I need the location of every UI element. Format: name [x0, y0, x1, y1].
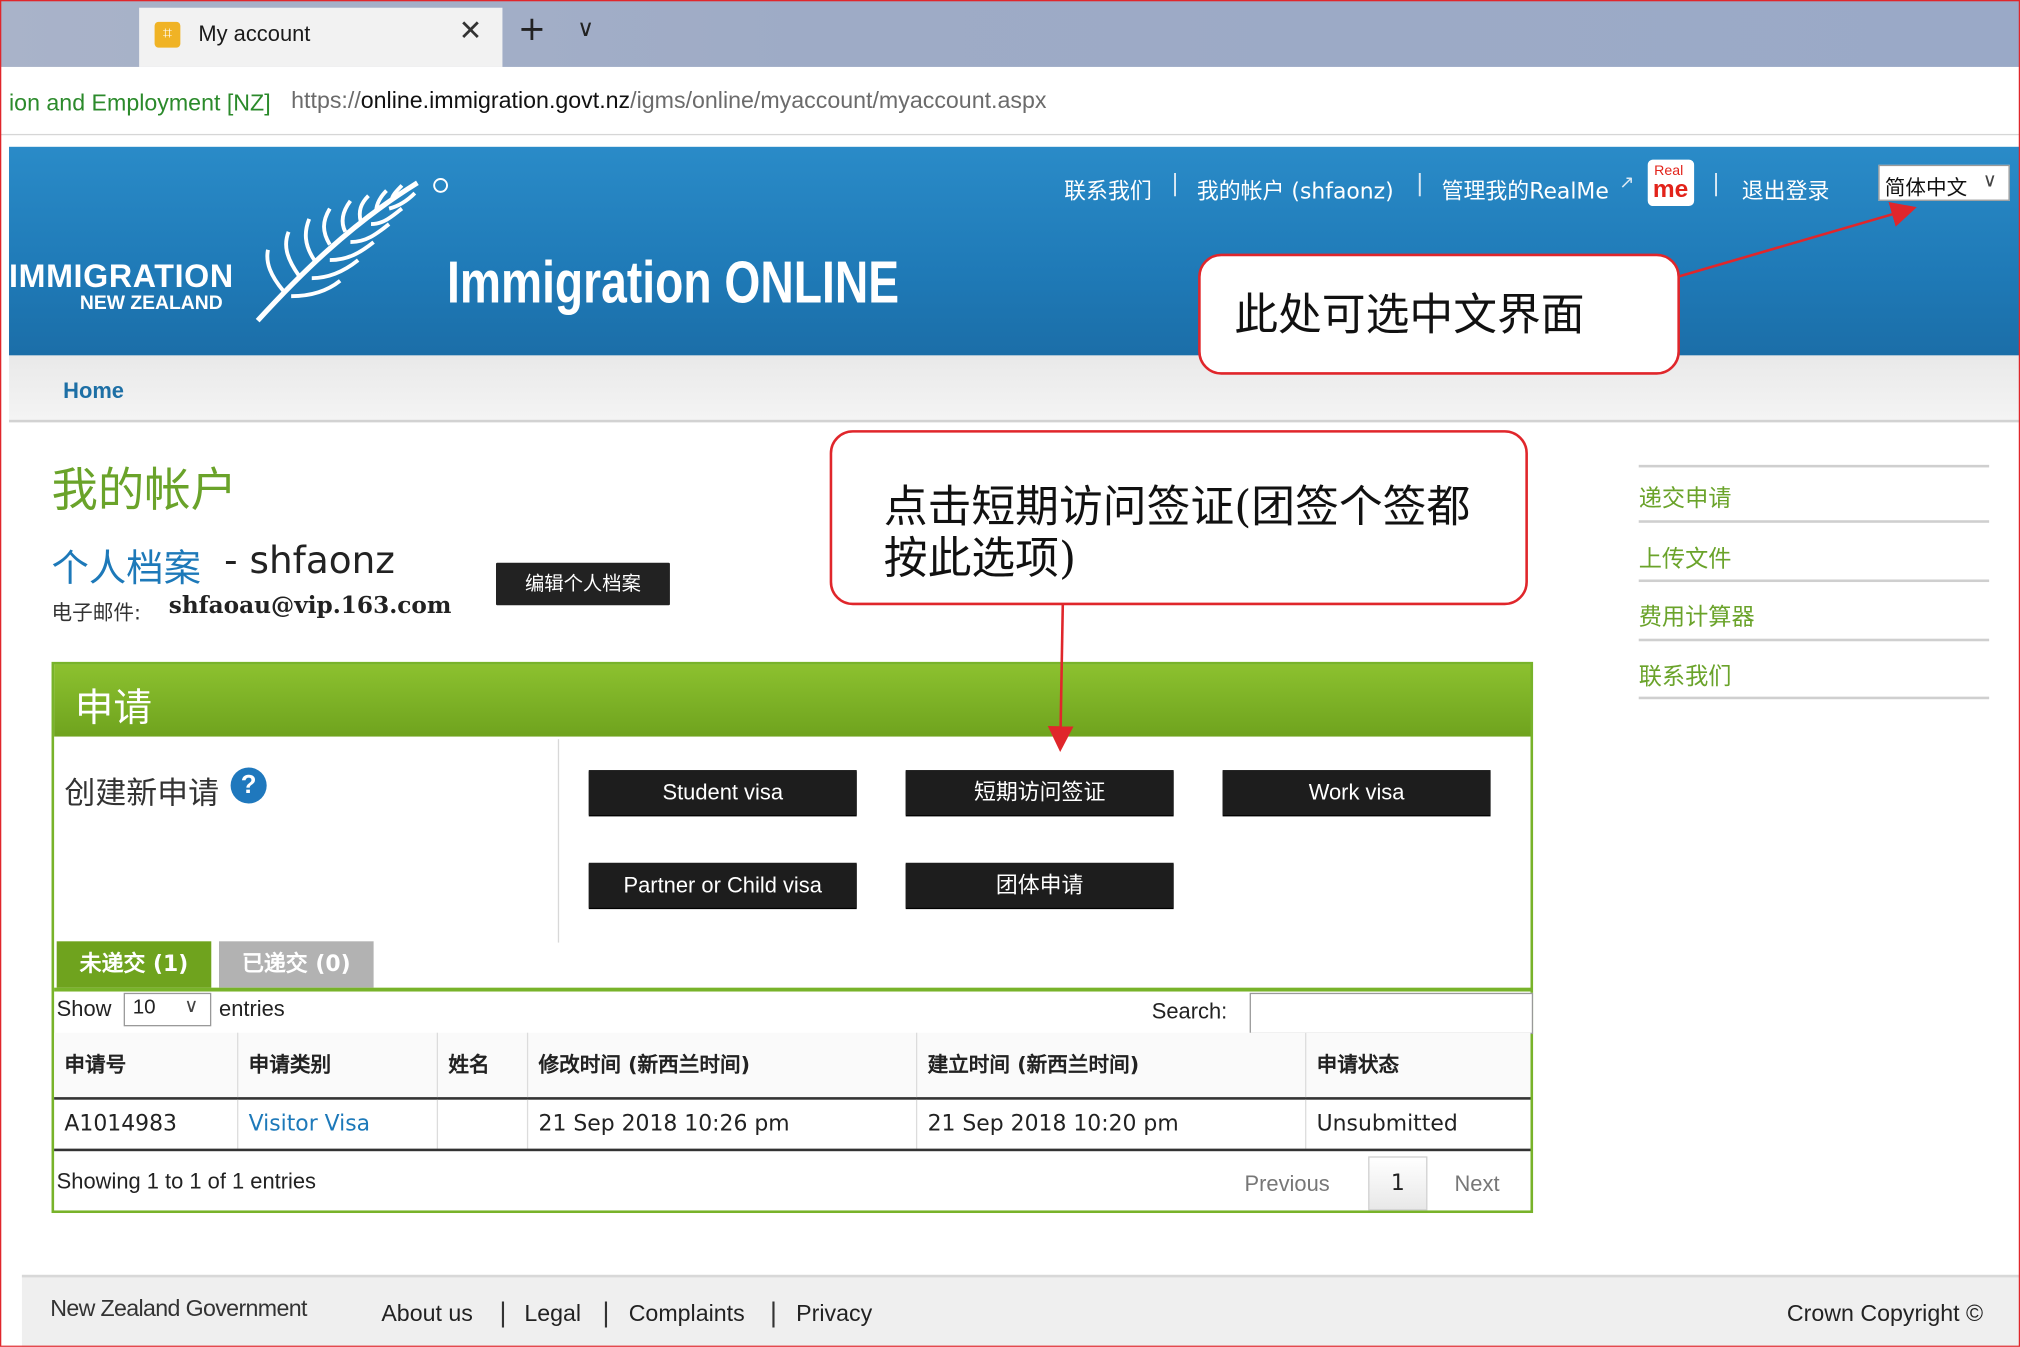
annotation-arrows: [1047, 202, 1917, 753]
annotation-language-text: 此处可选中文界面: [1234, 289, 1585, 342]
annotation-visa-callout: 点击短期访问签证(团签个签都按此选项): [829, 430, 1528, 606]
screenshot: ⌗ My account ✕ + ∨ ion and Employment [N…: [0, 0, 2020, 1347]
annotation-visa-text: 点击短期访问签证(团签个签都按此选项): [883, 481, 1471, 585]
annotation-language-callout: 此处可选中文界面: [1198, 253, 1680, 375]
